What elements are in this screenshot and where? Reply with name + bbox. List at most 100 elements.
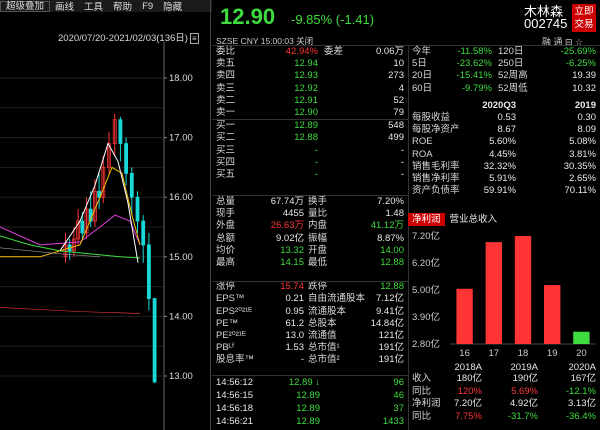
period-value: -11.58% [457, 46, 492, 57]
finance-value: 5.60% [489, 136, 516, 148]
profit-bar [485, 242, 502, 344]
tick-time: 14:56:15 [216, 390, 253, 401]
bid-row[interactable]: 买四 - - [212, 157, 408, 169]
bid-row[interactable]: 买一 12.89 548 [212, 120, 408, 132]
annual-label: 同比 [412, 410, 432, 422]
stock-code: 002745 [524, 16, 568, 31]
stat-value: 121亿 [378, 329, 404, 341]
stat-value: 13.0 [285, 329, 305, 341]
period-value: -6.25% [565, 58, 596, 70]
period-label: 5日 [412, 58, 427, 70]
ask-row[interactable]: 卖五 12.94 10 [212, 58, 408, 70]
ask-row[interactable]: 卖四 12.93 273 [212, 70, 408, 82]
stat-value: 191亿 [378, 342, 404, 354]
trade-now-button[interactable]: 立即 交易 [572, 4, 596, 32]
tick-row[interactable]: 14:56:21 12.89 1433 [212, 415, 408, 428]
fin-col-1: 2020Q3 [482, 100, 516, 111]
ask-row[interactable]: 卖三 12.92 4 [212, 83, 408, 95]
annual-label: 同比 [412, 385, 432, 397]
menu-bar: 超级叠加 画线 工具 帮助 F9 隐藏 [0, 0, 212, 13]
ask-price: 12.93 [294, 70, 318, 82]
bid-price: - [314, 144, 318, 156]
tab-net-profit[interactable]: 净利润 [408, 212, 445, 226]
menu-item-3[interactable]: 帮助 [108, 0, 137, 13]
finance-label: ROE [412, 136, 433, 148]
stat-value: 8.87% [377, 232, 404, 244]
profit-bar [544, 285, 561, 344]
bar-x-tick: 20 [576, 348, 587, 359]
kline-chart[interactable]: 18.00 17.00 16.00 15.00 14.00 13.00 [0, 42, 208, 430]
bar-y-tick: 3.90亿 [412, 311, 440, 323]
stat-label: 股息率™ [216, 354, 255, 366]
ask-volume: 273 [388, 70, 404, 82]
ask-price: 12.94 [294, 58, 318, 70]
price-tick: 18.00 [169, 73, 193, 84]
tick-time: 14:56:18 [216, 403, 253, 414]
stat-value: 26.63万 [270, 220, 304, 232]
candle-body [129, 172, 134, 198]
bid-row[interactable]: 买三 - - [212, 145, 408, 157]
stat-label: PE™ [216, 317, 239, 329]
stat-value: 9.02亿 [276, 232, 304, 244]
trade-button-line1: 立即 [574, 6, 594, 17]
finance-row: 销售净利率 5.91% 2.65% [408, 173, 600, 185]
finance-label: ROA [412, 148, 433, 160]
tick-row[interactable]: 14:56:18 12.89 37 [212, 402, 408, 415]
bid-price: - [314, 168, 318, 180]
trade-button-line2: 交易 [574, 19, 594, 30]
stat-label: 现手 [216, 208, 236, 220]
finance-value: 8.67 [497, 124, 517, 136]
stat-value: 1.48 [385, 208, 405, 220]
period-value: -15.41% [456, 70, 492, 82]
bid-price: - [314, 156, 318, 168]
tick-volume: 46 [393, 390, 404, 401]
menu-item-1[interactable]: 画线 [50, 0, 79, 13]
annual-value: 120% [457, 385, 482, 397]
ask-row[interactable]: 卖二 12.91 52 [212, 95, 408, 107]
menu-item-4[interactable]: F9 [137, 1, 158, 12]
menu-item-0[interactable]: 超级叠加 [0, 0, 51, 12]
tick-row[interactable]: 14:56:15 12.89 46 [212, 389, 408, 402]
bid-row[interactable]: 买五 - - [212, 169, 408, 181]
stat-value: 191亿 [378, 354, 404, 366]
menu-item-2[interactable]: 工具 [79, 0, 108, 13]
last-price: 12.90 [220, 4, 276, 29]
profit-bar [573, 331, 590, 344]
bid-row[interactable]: 买二 12.88 499 [212, 132, 408, 144]
bar-y-tick: 6.20亿 [412, 257, 440, 269]
ask-row[interactable]: 卖一 12.90 79 [212, 107, 408, 119]
finance-value: 4.45% [489, 148, 516, 160]
order-ratio-value: 42.94% [285, 46, 318, 57]
period-row: 5日 -23.62% 250日 -6.25% [408, 58, 600, 70]
annual-col-2: 2019A [510, 362, 538, 373]
finance-value: 8.09 [577, 124, 597, 136]
stats-row: PBᴸᶠ 1.53 总市值¹ 191亿 [212, 342, 408, 354]
ask-label: 卖五 [216, 58, 236, 70]
finance-label: 每股收益 [412, 112, 451, 123]
period-row: 60日 -9.79% 52周低 10.32 [408, 83, 600, 95]
finance-value: 2.65% [569, 172, 596, 184]
stats-row: 涨停 15.74 跌停 12.88 [212, 281, 408, 293]
candle-body [152, 298, 157, 383]
bid-volume: 548 [388, 120, 404, 132]
tick-list[interactable]: 14:56:12 12.89 ↓ 96 14:56:15 12.89 46 14:56:18… [212, 376, 408, 428]
period-label: 20日 [412, 70, 433, 82]
stat-label: 均价 [216, 244, 236, 256]
annual-row: 同比 7.75% -31.7% -36.4% [408, 411, 600, 424]
tick-price: 12.89 [296, 403, 320, 414]
period-value: -25.69% [560, 46, 596, 57]
stat-value: - [300, 354, 304, 366]
tick-row[interactable]: 14:56:12 12.89 ↓ 96 [212, 376, 408, 389]
ask-volume: 52 [393, 94, 404, 106]
finance-row: ROE 5.60% 5.08% [408, 136, 600, 148]
bar-x-tick: 17 [489, 348, 500, 359]
bar-x-tick: 18 [518, 348, 529, 359]
menu-item-5[interactable]: 隐藏 [158, 0, 187, 13]
kline-chart-panel: 2020/07/20-2021/02/03(136日) ≡ 18.00 17.00 1… [0, 14, 212, 430]
stat-value: 9.41亿 [376, 305, 404, 317]
candle-body [135, 196, 140, 222]
tab-revenue[interactable]: 营业总收入 [445, 213, 503, 226]
annual-col-3: 2020A [568, 362, 596, 373]
price-change: -9.85% (-1.41) [291, 12, 375, 27]
annual-label: 收入 [412, 373, 432, 384]
